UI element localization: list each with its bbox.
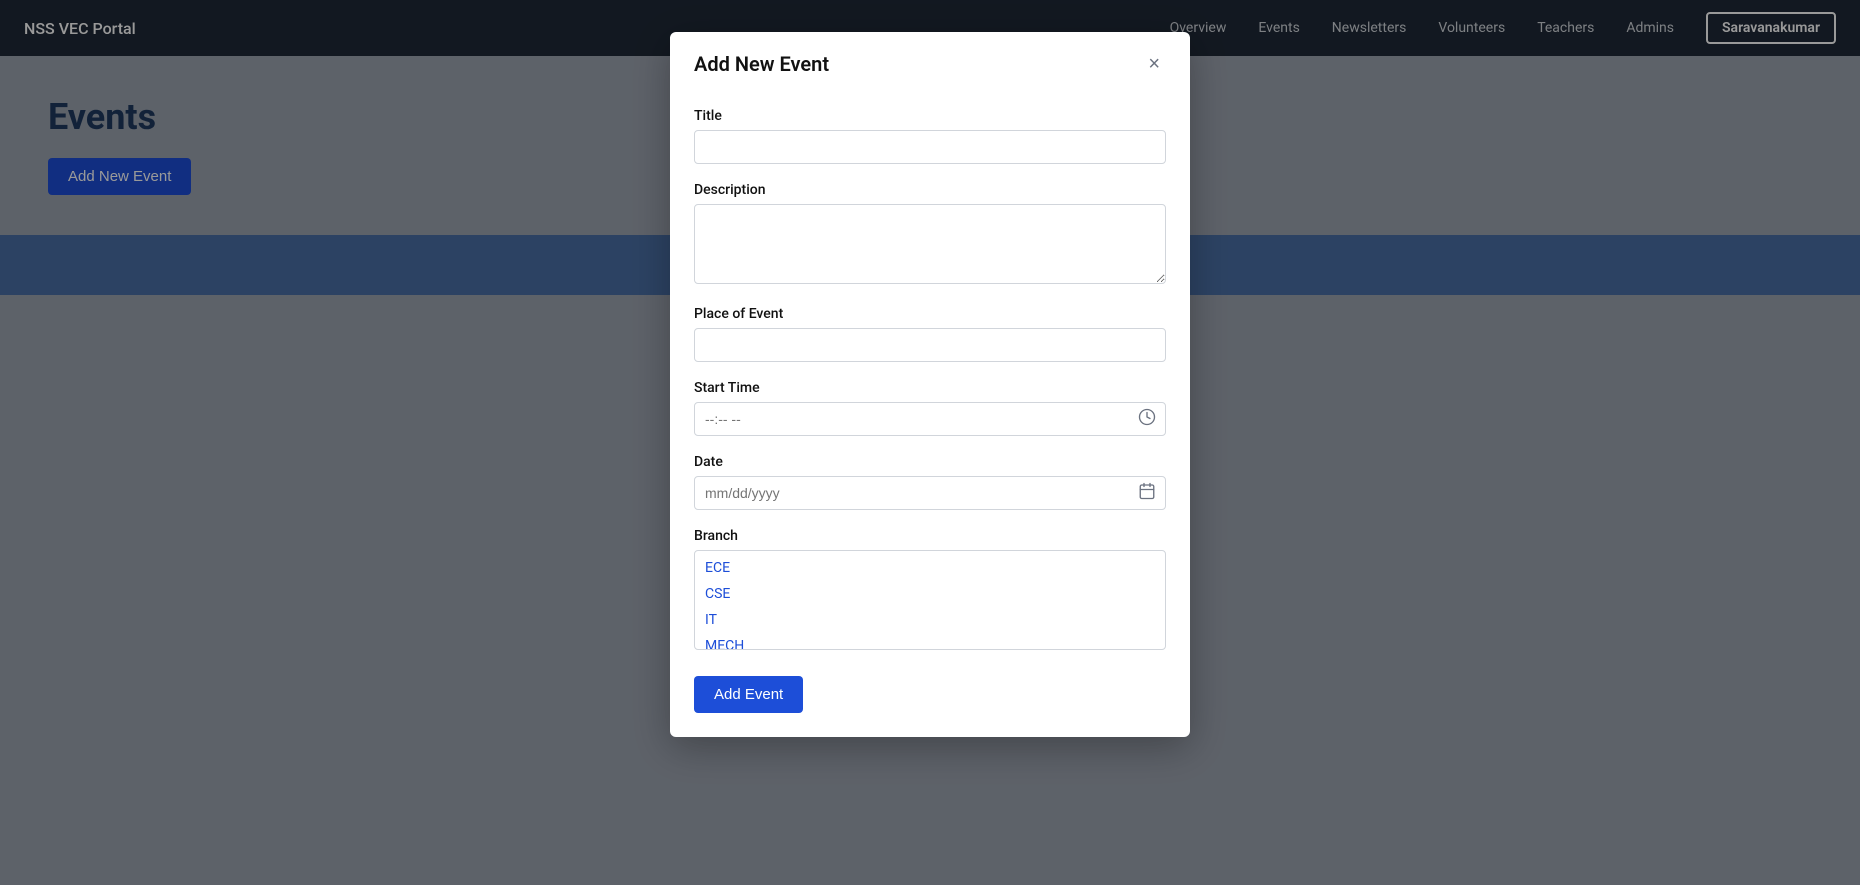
modal-header: Add New Event ×: [670, 32, 1190, 92]
description-label: Description: [694, 182, 1166, 198]
title-field-group: Title: [694, 108, 1166, 164]
add-event-modal: Add New Event × Title Description Place …: [670, 32, 1190, 737]
description-field-group: Description: [694, 182, 1166, 288]
branch-field-group: Branch ECE CSE IT MECH EEE: [694, 528, 1166, 650]
place-input[interactable]: [694, 328, 1166, 362]
date-wrapper: [694, 476, 1166, 510]
branch-option-it[interactable]: IT: [695, 607, 1165, 633]
modal-overlay: Add New Event × Title Description Place …: [0, 0, 1860, 885]
start-time-input[interactable]: [694, 402, 1166, 436]
modal-title: Add New Event: [694, 52, 829, 76]
modal-body: Title Description Place of Event Start T…: [670, 92, 1190, 737]
branch-option-cse[interactable]: CSE: [695, 581, 1165, 607]
place-field-group: Place of Event: [694, 306, 1166, 362]
date-input[interactable]: [694, 476, 1166, 510]
place-label: Place of Event: [694, 306, 1166, 322]
title-input[interactable]: [694, 130, 1166, 164]
start-time-wrapper: [694, 402, 1166, 436]
date-label: Date: [694, 454, 1166, 470]
branch-option-ece[interactable]: ECE: [695, 555, 1165, 581]
start-time-label: Start Time: [694, 380, 1166, 396]
branch-option-mech[interactable]: MECH: [695, 633, 1165, 650]
description-input[interactable]: [694, 204, 1166, 284]
branch-label: Branch: [694, 528, 1166, 544]
add-event-submit-button[interactable]: Add Event: [694, 676, 803, 713]
start-time-field-group: Start Time: [694, 380, 1166, 436]
date-field-group: Date: [694, 454, 1166, 510]
title-label: Title: [694, 108, 1166, 124]
branch-select[interactable]: ECE CSE IT MECH EEE: [694, 550, 1166, 650]
modal-close-button[interactable]: ×: [1142, 52, 1166, 76]
